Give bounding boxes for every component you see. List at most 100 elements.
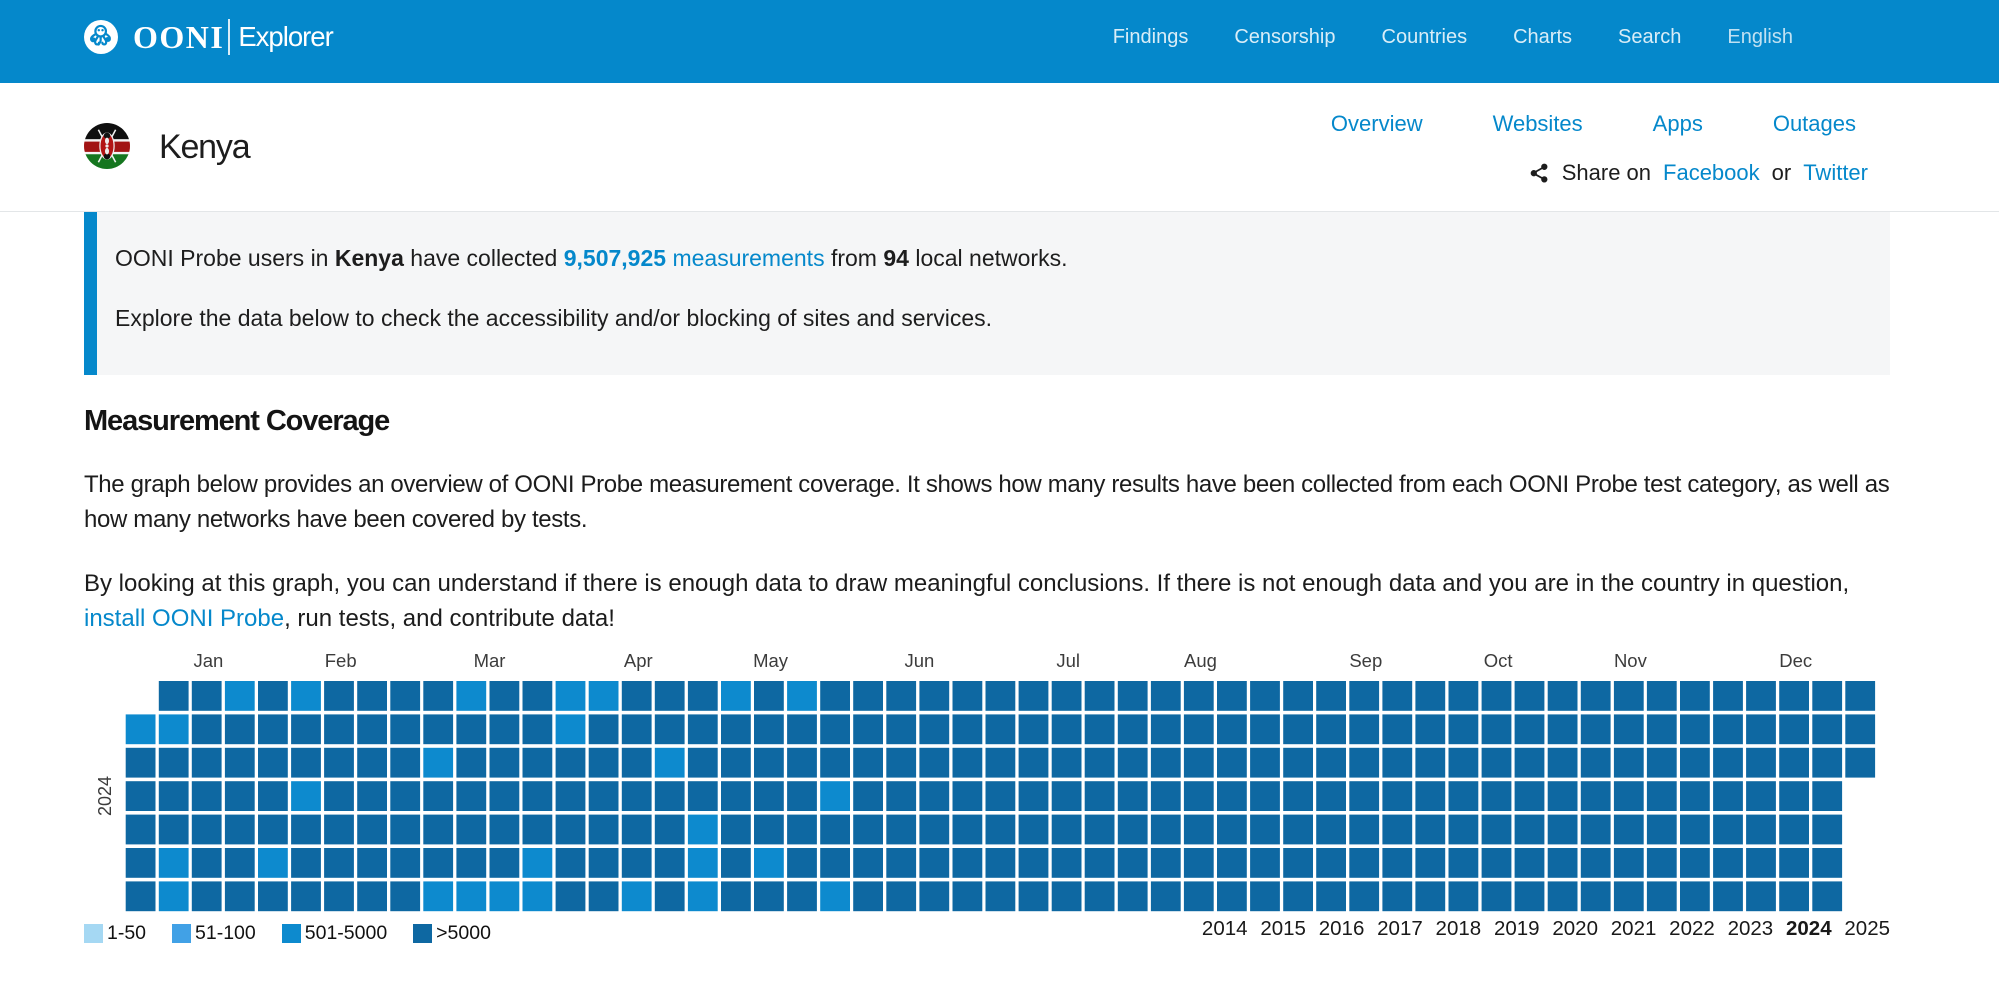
heatmap-cell[interactable] [1647, 714, 1677, 744]
heatmap-cell[interactable] [589, 714, 619, 744]
heatmap-cell[interactable] [357, 681, 387, 711]
country-tab-apps[interactable]: Apps [1653, 111, 1703, 137]
heatmap-cell[interactable] [787, 681, 817, 711]
heatmap-cell[interactable] [1713, 815, 1743, 845]
heatmap-cell[interactable] [1746, 881, 1776, 911]
heatmap-cell[interactable] [853, 881, 883, 911]
heatmap-cell[interactable] [1085, 781, 1115, 811]
heatmap-cell[interactable] [655, 848, 685, 878]
heatmap-cell[interactable] [1349, 681, 1379, 711]
heatmap-cell[interactable] [1349, 848, 1379, 878]
heatmap-cell[interactable] [523, 848, 553, 878]
heatmap-cell[interactable] [324, 781, 354, 811]
heatmap-cell[interactable] [357, 881, 387, 911]
heatmap-cell[interactable] [1812, 681, 1842, 711]
heatmap-cell[interactable] [1250, 681, 1280, 711]
heatmap-cell[interactable] [523, 781, 553, 811]
heatmap-cell[interactable] [126, 748, 156, 778]
heatmap-cell[interactable] [423, 848, 453, 878]
year-item-2024[interactable]: 2024 [1786, 916, 1832, 942]
heatmap-cell[interactable] [919, 681, 949, 711]
heatmap-cell[interactable] [1845, 748, 1875, 778]
heatmap-cell[interactable] [1713, 748, 1743, 778]
heatmap-cell[interactable] [721, 881, 751, 911]
heatmap-cell[interactable] [1746, 848, 1776, 878]
heatmap-cell[interactable] [886, 714, 916, 744]
heatmap-cell[interactable] [1250, 815, 1280, 845]
heatmap-cell[interactable] [1647, 881, 1677, 911]
heatmap-cell[interactable] [1515, 681, 1545, 711]
heatmap-cell[interactable] [556, 781, 586, 811]
heatmap-cell[interactable] [1316, 748, 1346, 778]
heatmap-cell[interactable] [324, 848, 354, 878]
heatmap-cell[interactable] [556, 881, 586, 911]
heatmap-cell[interactable] [490, 848, 520, 878]
heatmap-cell[interactable] [159, 748, 189, 778]
heatmap-cell[interactable] [721, 681, 751, 711]
heatmap-cell[interactable] [622, 714, 652, 744]
heatmap-cell[interactable] [589, 681, 619, 711]
year-item-2016[interactable]: 2016 [1319, 916, 1365, 942]
heatmap-cell[interactable] [1184, 848, 1214, 878]
heatmap-cell[interactable] [1151, 815, 1181, 845]
heatmap-cell[interactable] [1250, 748, 1280, 778]
heatmap-cell[interactable] [1647, 848, 1677, 878]
heatmap-cell[interactable] [1779, 714, 1809, 744]
heatmap-cell[interactable] [589, 881, 619, 911]
heatmap-cell[interactable] [556, 681, 586, 711]
heatmap-cell[interactable] [1449, 714, 1479, 744]
year-item-2021[interactable]: 2021 [1611, 916, 1657, 942]
heatmap-cell[interactable] [1812, 748, 1842, 778]
heatmap-cell[interactable] [1482, 748, 1512, 778]
heatmap-cell[interactable] [721, 714, 751, 744]
heatmap-cell[interactable] [1680, 714, 1710, 744]
heatmap-cell[interactable] [1151, 881, 1181, 911]
heatmap-cell[interactable] [1118, 714, 1148, 744]
heatmap-cell[interactable] [1184, 815, 1214, 845]
heatmap-cell[interactable] [1283, 881, 1313, 911]
heatmap-cell[interactable] [523, 815, 553, 845]
heatmap-cell[interactable] [953, 781, 983, 811]
heatmap-cell[interactable] [423, 681, 453, 711]
heatmap-cell[interactable] [1118, 681, 1148, 711]
heatmap-cell[interactable] [159, 881, 189, 911]
heatmap-cell[interactable] [853, 815, 883, 845]
heatmap-cell[interactable] [258, 748, 288, 778]
heatmap-cell[interactable] [1250, 881, 1280, 911]
heatmap-cell[interactable] [291, 681, 321, 711]
heatmap-cell[interactable] [357, 748, 387, 778]
heatmap-cell[interactable] [1482, 815, 1512, 845]
heatmap-cell[interactable] [721, 781, 751, 811]
heatmap-cell[interactable] [1052, 781, 1082, 811]
heatmap-cell[interactable] [1449, 781, 1479, 811]
heatmap-cell[interactable] [853, 748, 883, 778]
heatmap-cell[interactable] [1217, 681, 1247, 711]
heatmap-cell[interactable] [1713, 781, 1743, 811]
year-item-2019[interactable]: 2019 [1494, 916, 1540, 942]
heatmap-cell[interactable] [820, 848, 850, 878]
heatmap-cell[interactable] [787, 748, 817, 778]
heatmap-cell[interactable] [1647, 815, 1677, 845]
heatmap-cell[interactable] [886, 815, 916, 845]
heatmap-cell[interactable] [456, 681, 486, 711]
country-tab-overview[interactable]: Overview [1331, 111, 1423, 137]
heatmap-cell[interactable] [556, 848, 586, 878]
heatmap-cell[interactable] [390, 714, 420, 744]
heatmap-cell[interactable] [1581, 781, 1611, 811]
heatmap-cell[interactable] [1052, 881, 1082, 911]
heatmap-cell[interactable] [523, 748, 553, 778]
heatmap-cell[interactable] [1316, 881, 1346, 911]
heatmap-cell[interactable] [324, 815, 354, 845]
heatmap-cell[interactable] [1515, 881, 1545, 911]
heatmap-cell[interactable] [721, 815, 751, 845]
heatmap-cell[interactable] [1680, 781, 1710, 811]
heatmap-cell[interactable] [1019, 881, 1049, 911]
heatmap-cell[interactable] [589, 815, 619, 845]
heatmap-cell[interactable] [357, 815, 387, 845]
heatmap-cell[interactable] [886, 681, 916, 711]
heatmap-cell[interactable] [820, 681, 850, 711]
heatmap-cell[interactable] [192, 848, 222, 878]
heatmap-cell[interactable] [1779, 815, 1809, 845]
heatmap-cell[interactable] [291, 748, 321, 778]
heatmap-cell[interactable] [1085, 748, 1115, 778]
